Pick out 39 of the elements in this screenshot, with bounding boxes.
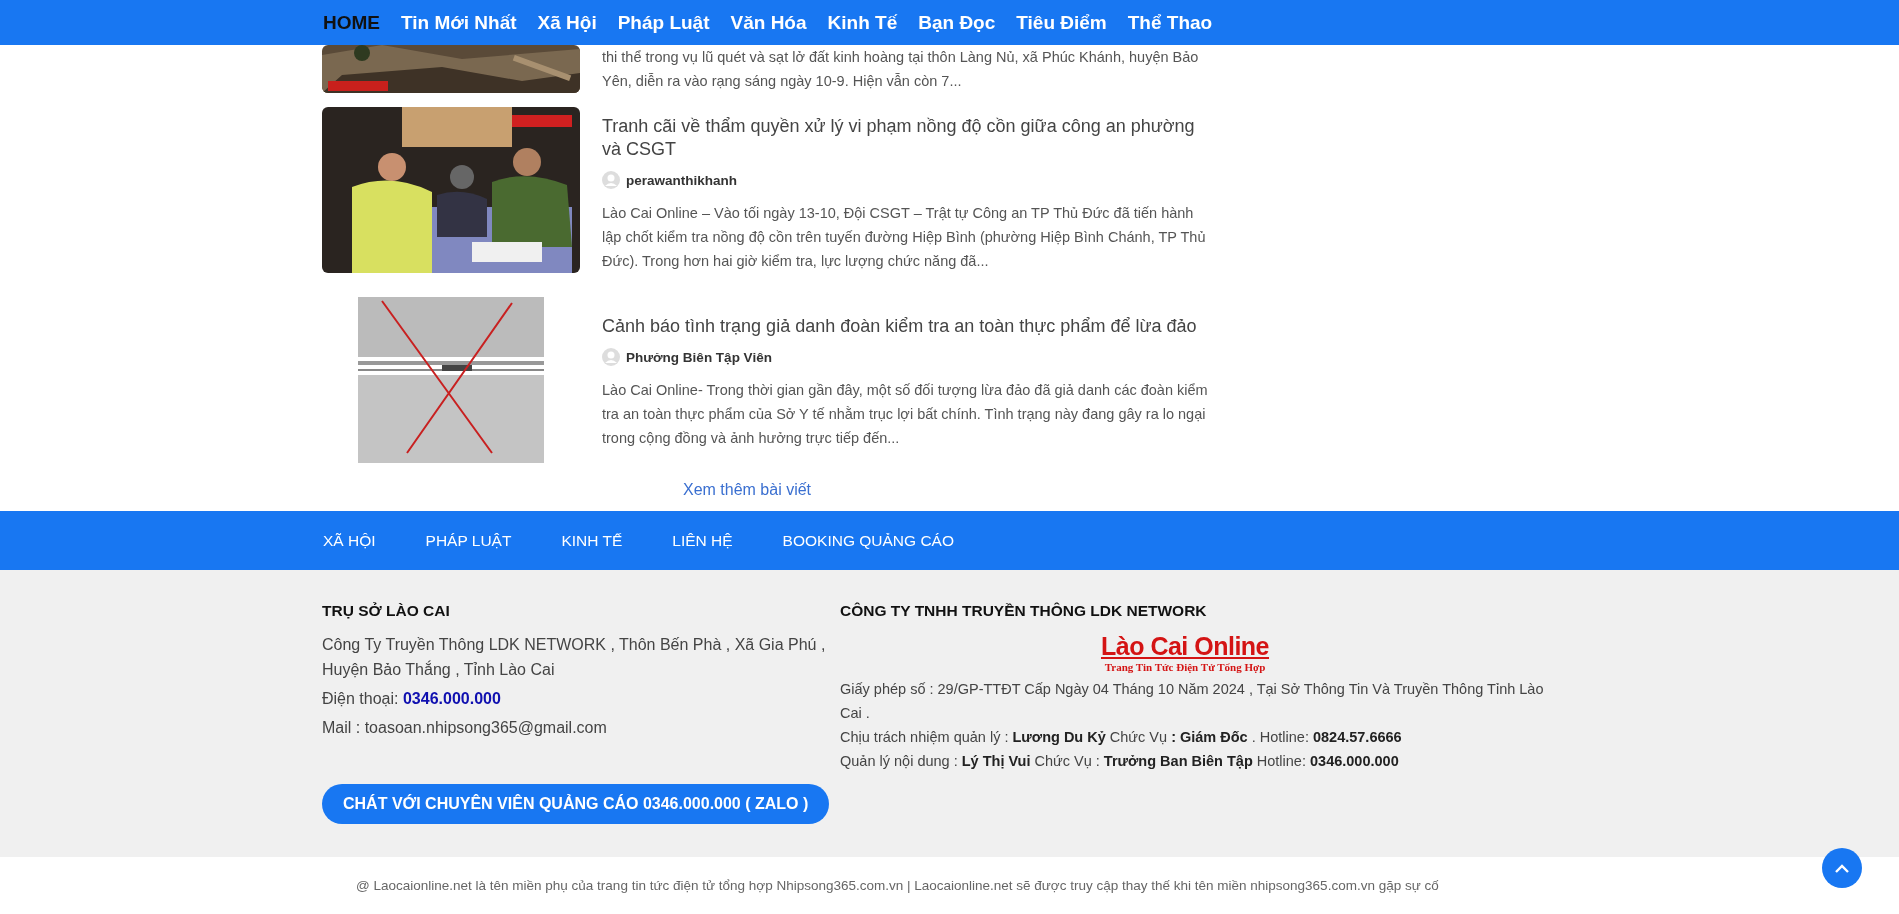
chevron-up-icon (1835, 863, 1849, 873)
footer-heading: CÔNG TY TNHH TRUYỀN THÔNG LDK NETWORK (840, 602, 1208, 620)
article-excerpt: Lào Cai Online- Trong thời gian gần đây, một số đối tượng lừa đảo đã giả danh các đoàn kiểm tra an toàn thực phẩm của Sở Y tế nhằm trục lợi bất chính. Tình trạng này đang gây ra lo ngại trong cộng đồng và ảnh hưởng trực tiếp đến... (602, 381, 1209, 448)
info-text: Giấy phép số : 29/GP-TTĐT Cấp Ngày 04 Tháng 10 Năm 2024 , Tại Sở Thông Tin Và Truyền Thông Tỉnh Lào Cai . (840, 680, 1545, 723)
footer-link[interactable]: KINH TẾ (561, 531, 623, 550)
footer-link[interactable]: PHÁP LUẬT (425, 531, 512, 550)
chat-button[interactable]: CHÁT VỚI CHUYÊN VIÊN QUẢNG CÁO 0346.000.000 ( ZALO ) (322, 784, 830, 824)
copyright-text: @ Laocaionline.net là tên miền phụ của trang tin tức điện tử tổng hợp Nhipsong365.com.vn | Laocaionline.net sẽ được truy cập thay thế khi tên miền nhipsong365.com.vn gặp sự cố (356, 878, 1439, 893)
scroll-top-button[interactable] (1822, 848, 1862, 888)
address-text: Công Ty Truyền Thông LDK NETWORK , Thôn Bến Phà , Xã Gia Phú , Huyện Bảo Thắng , Tỉnh Lào Cai (322, 635, 827, 680)
nav-link[interactable]: Bạn Đọc (918, 11, 996, 34)
author-name: perawanthikhanh (626, 172, 738, 188)
article-title[interactable]: Tranh cãi về thẩm quyền xử lý vi phạm nồng độ cồn giữa công an phường và CSGT (602, 115, 1212, 161)
author-name: Phưởng Biên Tập Viên (626, 349, 772, 365)
nav-link[interactable]: Văn Hóa (730, 11, 807, 34)
footer-heading: TRỤ SỞ LÀO CAI (322, 602, 451, 620)
phone-link[interactable]: 0346.000.000 (402, 690, 501, 707)
nav-link[interactable]: Thể Thao (1127, 11, 1213, 34)
more-articles-link[interactable]: Xem thêm bài viết (682, 481, 812, 499)
nav-link[interactable]: HOME (323, 11, 380, 34)
footer-link[interactable]: BOOKING QUẢNG CÁO (782, 531, 954, 550)
nav-link[interactable]: Tin Mới Nhất (401, 11, 517, 34)
nav-link[interactable]: Tiêu Điểm (1016, 11, 1107, 34)
logo-tagline: Trang Tin Tức Điện Tử Tổng Hợp (1104, 661, 1266, 673)
phone-label: Điện thoại: (322, 690, 399, 707)
article-title[interactable]: Cảnh báo tình trạng giả danh đoàn kiểm tra an toàn thực phẩm để lừa đảo (602, 315, 1212, 338)
info-text: Quản lý nội dung : Lý Thị Vui Chức Vụ : Trưởng Ban Biên Tập Hotline: 0346.000.000 (840, 752, 1400, 771)
info-text: Chịu trách nhiệm quản lý : Lương Du Kỷ Chức Vụ : Giám Đốc . Hotline: 0824.57.6666 (840, 728, 1403, 747)
footer-link[interactable]: LIÊN HỆ (672, 531, 733, 550)
mail-text: Mail : toasoan.nhipsong365@gmail.com (322, 718, 608, 738)
article-excerpt: Lào Cai Online – Vào tối ngày 13-10, Đội CSGT – Trật tự Công an TP Thủ Đức đã tiến hành lập chốt kiểm tra nồng độ cồn trên tuyến đường Hiệp Bình (phường Hiệp Bình Chánh, TP Thủ Đức). Trong hơn hai giờ kiểm tra, lực lượng chức năng đã... (602, 204, 1207, 271)
avatar-icon (602, 348, 620, 366)
nav-link[interactable]: Xã Hội (537, 11, 597, 34)
avatar-icon (602, 171, 620, 189)
footer-link[interactable]: XÃ HỘI (323, 531, 376, 550)
nav-link[interactable]: Pháp Luật (617, 11, 710, 34)
article-excerpt: thi thể trong vụ lũ quét và sạt lở đất kinh hoàng tại thôn Làng Nủ, xã Phúc Khánh, huyện Bảo Yên, diễn ra vào rạng sáng ngày 10-9. Hiện vẫn còn 7... (602, 48, 1200, 91)
logo-title: Lào Cai Online (1101, 632, 1269, 661)
nav-link[interactable]: Kinh Tế (827, 11, 898, 34)
